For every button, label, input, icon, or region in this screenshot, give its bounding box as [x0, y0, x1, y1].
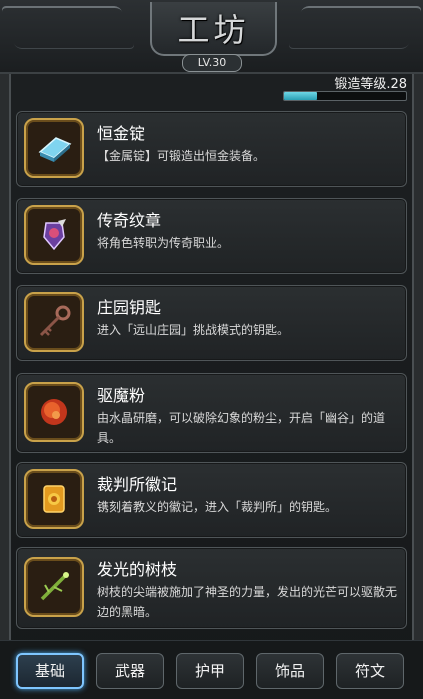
item-name: 庄园钥匙	[97, 298, 162, 317]
item-name: 裁判所徽记	[97, 475, 178, 494]
header: 工坊 LV.30	[0, 0, 423, 74]
forge-level-label: 锻造等级.28	[334, 77, 407, 92]
powder-icon	[41, 399, 67, 425]
ingot-icon	[38, 137, 72, 162]
category-tabs: 基础 武器 护甲 饰品 符文	[0, 640, 423, 699]
item-name: 传奇纹章	[97, 211, 162, 230]
item-description: 树枝的尖端被施加了神圣的力量，发出的光芒可以驱散无边的黑暗。	[97, 585, 398, 619]
item-description: 镌刻着教义的徽记，进入「裁判所」的钥匙。	[97, 500, 338, 514]
header-ornament-left	[0, 6, 136, 49]
list-item[interactable]: 庄园钥匙 进入「远山庄园」挑战模式的钥匙。	[16, 285, 407, 361]
workshop-level-badge: LV.30	[182, 54, 242, 72]
item-icon-frame	[24, 205, 84, 265]
item-description: 将角色转职为传奇职业。	[97, 236, 230, 250]
item-description: 进入「远山庄园」挑战模式的钥匙。	[97, 323, 290, 337]
item-icon-frame	[24, 292, 84, 352]
list-item[interactable]: 驱魔粉 由水晶研磨，可以破除幻象的粉尘，开启「幽谷」的道具。	[16, 373, 407, 453]
item-icon-frame	[24, 382, 84, 442]
page-title: 工坊	[177, 11, 250, 49]
key-icon	[39, 305, 71, 337]
badge-icon	[43, 485, 65, 513]
item-icon-frame	[24, 469, 84, 529]
tab-armor[interactable]: 护甲	[176, 653, 244, 689]
crest-icon	[43, 219, 66, 251]
item-icon-frame	[24, 118, 84, 178]
title-plate: 工坊	[150, 2, 277, 56]
item-name: 发光的树枝	[97, 560, 178, 579]
item-description: 由水晶研磨，可以破除幻象的粉尘，开启「幽谷」的道具。	[97, 411, 386, 445]
tab-accessories[interactable]: 饰品	[256, 653, 324, 689]
item-name: 驱魔粉	[97, 386, 146, 405]
list-item[interactable]: 传奇纹章 将角色转职为传奇职业。	[16, 198, 407, 274]
forge-progress-fill	[284, 92, 317, 100]
forge-progress-bar	[283, 91, 407, 101]
tab-weapons[interactable]: 武器	[96, 653, 164, 689]
item-name: 恒金锭	[97, 124, 146, 143]
list-item[interactable]: 发光的树枝 树枝的尖端被施加了神圣的力量，发出的光芒可以驱散无边的黑暗。	[16, 547, 407, 629]
list-item[interactable]: 恒金锭 【金属锭】可锻造出恒金装备。	[16, 111, 407, 187]
list-item[interactable]: 裁判所徽记 镌刻着教义的徽记，进入「裁判所」的钥匙。	[16, 462, 407, 538]
item-icon-frame	[24, 557, 84, 617]
tab-runes[interactable]: 符文	[336, 653, 404, 689]
branch-icon	[40, 572, 69, 601]
header-ornament-right	[287, 6, 423, 49]
item-description: 【金属锭】可锻造出恒金装备。	[97, 149, 266, 163]
tab-basic[interactable]: 基础	[16, 653, 84, 689]
